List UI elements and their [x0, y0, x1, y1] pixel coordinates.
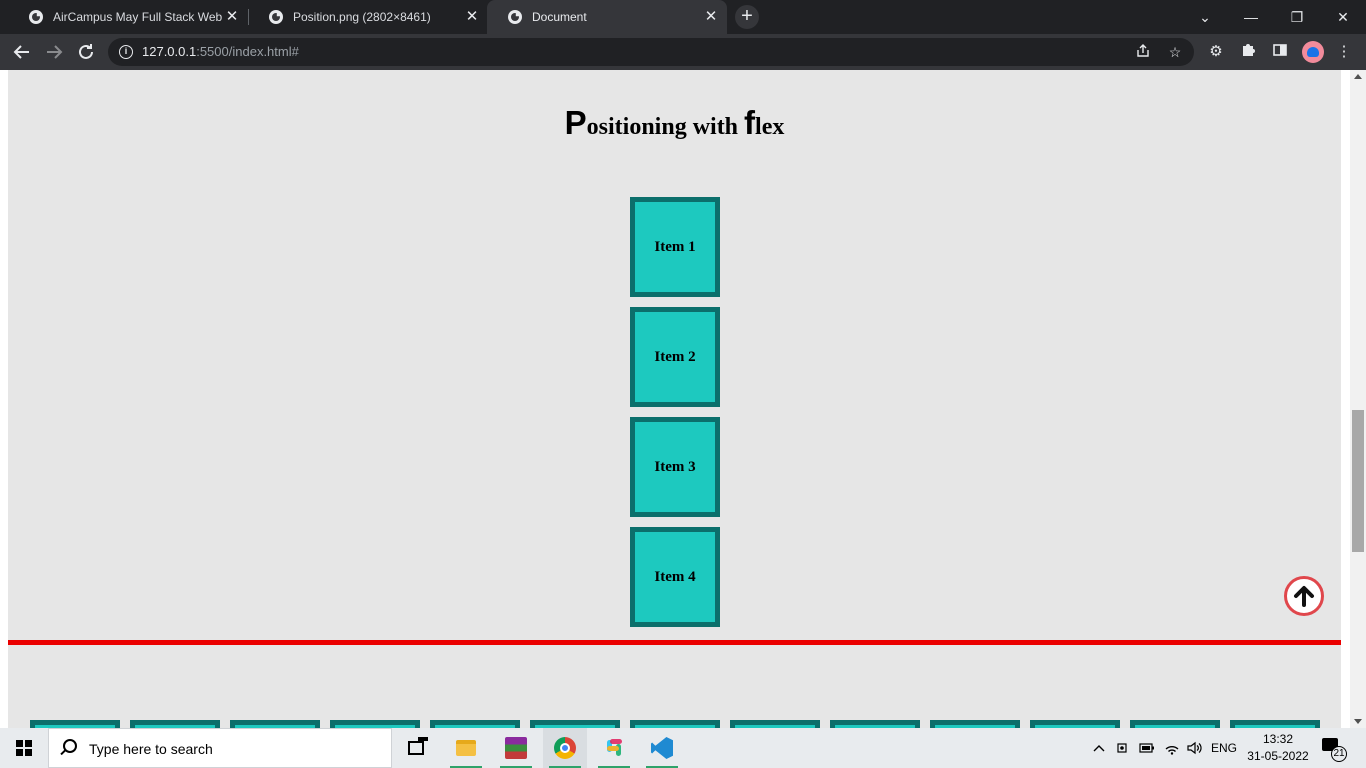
clock-date: 31-05-2022: [1247, 749, 1309, 763]
scrollbar-thumb[interactable]: [1352, 410, 1364, 552]
windows-taskbar: Type here to search ENG 13:32 31-05-2022…: [0, 728, 1366, 768]
flex-row-item: [1030, 720, 1120, 728]
taskbar-search[interactable]: Type here to search: [48, 728, 392, 768]
restore-button[interactable]: ❐: [1274, 0, 1320, 34]
notification-count: 21: [1331, 746, 1347, 762]
arrow-right-icon: [47, 45, 63, 59]
flex-row-item: [330, 720, 420, 728]
globe-icon: [29, 10, 43, 24]
back-button[interactable]: [10, 40, 34, 64]
flex-row-item: [130, 720, 220, 728]
page-content: Positioning with flex Item 1 Item 2 Item…: [8, 70, 1341, 728]
browser-toolbar: i 127.0.0.1:5500/index.html# ☆ ⚙ ⋮: [0, 34, 1366, 70]
flex-row-item: [930, 720, 1020, 728]
flex-row-item: [1130, 720, 1220, 728]
volume-icon[interactable]: [1184, 728, 1206, 768]
globe-icon: [269, 10, 283, 24]
meet-now-icon[interactable]: [1113, 728, 1133, 768]
flex-row-item: [830, 720, 920, 728]
title-initial: P: [564, 104, 587, 141]
kebab-menu-icon[interactable]: ⋮: [1334, 42, 1354, 62]
vscode-button[interactable]: [640, 728, 684, 768]
address-bar[interactable]: i 127.0.0.1:5500/index.html# ☆: [108, 38, 1194, 66]
flex-row-item: [30, 720, 120, 728]
tab-document[interactable]: Document ✕: [487, 0, 727, 34]
url-path: :5500/index.html#: [196, 44, 299, 59]
show-hidden-icons-button[interactable]: [1090, 728, 1108, 768]
clock[interactable]: 13:32 31-05-2022: [1240, 731, 1316, 765]
back-to-top-button[interactable]: [1284, 576, 1324, 616]
scroll-up-icon[interactable]: [1354, 74, 1362, 79]
winrar-icon: [505, 737, 527, 759]
profile-avatar[interactable]: [1302, 41, 1324, 63]
forward-button[interactable]: [42, 40, 66, 64]
flex-item-4: Item 4: [630, 527, 720, 627]
clock-time: 13:32: [1262, 732, 1294, 746]
window-close-button[interactable]: ✕: [1320, 0, 1366, 34]
section-divider: [8, 640, 1341, 645]
chrome-icon: [554, 737, 576, 759]
slack-button[interactable]: [592, 728, 636, 768]
title-part: lex: [755, 114, 785, 140]
battery-icon[interactable]: [1137, 728, 1157, 768]
file-explorer-button[interactable]: [444, 728, 488, 768]
notification-center-button[interactable]: 21: [1322, 738, 1347, 762]
winrar-button[interactable]: [494, 728, 538, 768]
page-viewport: Positioning with flex Item 1 Item 2 Item…: [0, 70, 1366, 728]
reload-button[interactable]: [74, 40, 98, 64]
language-indicator[interactable]: ENG: [1208, 728, 1240, 768]
tab-aircampus[interactable]: AirCampus May Full Stack Web D ✕: [8, 0, 248, 34]
url-text[interactable]: 127.0.0.1:5500/index.html#: [142, 44, 299, 59]
share-icon[interactable]: [1134, 43, 1152, 61]
chevron-up-icon: [1093, 745, 1105, 752]
search-placeholder: Type here to search: [89, 741, 213, 757]
wifi-icon[interactable]: [1161, 728, 1183, 768]
minimize-button[interactable]: —: [1228, 0, 1274, 34]
site-info-icon[interactable]: i: [119, 45, 133, 59]
tab-title: AirCampus May Full Stack Web D: [53, 10, 224, 24]
arrow-left-icon: [13, 45, 29, 59]
close-icon[interactable]: ✕: [224, 9, 240, 25]
scroll-down-icon[interactable]: [1354, 719, 1362, 724]
title-part: ositioning with: [586, 114, 745, 140]
close-icon[interactable]: ✕: [464, 9, 480, 25]
url-host: 127.0.0.1: [142, 44, 197, 59]
new-tab-button[interactable]: +: [735, 5, 759, 29]
flex-row-item: [430, 720, 520, 728]
page-title: Positioning with flex: [8, 104, 1341, 142]
flex-row-item: [230, 720, 320, 728]
task-view-icon: [408, 737, 428, 755]
flex-item-2: Item 2: [630, 307, 720, 407]
flex-row-item: [1230, 720, 1320, 728]
side-panel-icon[interactable]: [1270, 42, 1290, 62]
vscode-icon: [651, 737, 673, 759]
tab-title: Position.png (2802×8461): [293, 10, 431, 24]
windows-logo-icon: [16, 740, 32, 756]
globe-icon: [508, 10, 522, 24]
flex-row-item: [630, 720, 720, 728]
tab-title: Document: [532, 10, 587, 24]
flex-row-item: [530, 720, 620, 728]
close-icon[interactable]: ✕: [703, 9, 719, 25]
slack-icon: [604, 738, 624, 758]
title-initial: f: [744, 104, 756, 141]
tab-search-button[interactable]: ⌄: [1182, 0, 1228, 34]
tab-position-png[interactable]: Position.png (2802×8461) ✕: [248, 0, 488, 34]
search-icon: [63, 739, 77, 753]
task-view-button[interactable]: [394, 728, 438, 768]
reload-icon: [79, 44, 93, 59]
bookmark-star-icon[interactable]: ☆: [1166, 43, 1184, 61]
extensions-puzzle-icon[interactable]: [1238, 42, 1258, 62]
flex-item-3: Item 3: [630, 417, 720, 517]
arrow-up-icon: [1294, 586, 1314, 607]
page-scrollbar[interactable]: [1350, 70, 1366, 728]
tab-strip: AirCampus May Full Stack Web D ✕ Positio…: [0, 0, 1366, 34]
folder-icon: [456, 740, 476, 756]
flex-row-item: [730, 720, 820, 728]
flex-item-1: Item 1: [630, 197, 720, 297]
start-button[interactable]: [0, 728, 48, 768]
extension-gear-icon[interactable]: ⚙: [1206, 42, 1226, 62]
chrome-button[interactable]: [543, 728, 587, 768]
